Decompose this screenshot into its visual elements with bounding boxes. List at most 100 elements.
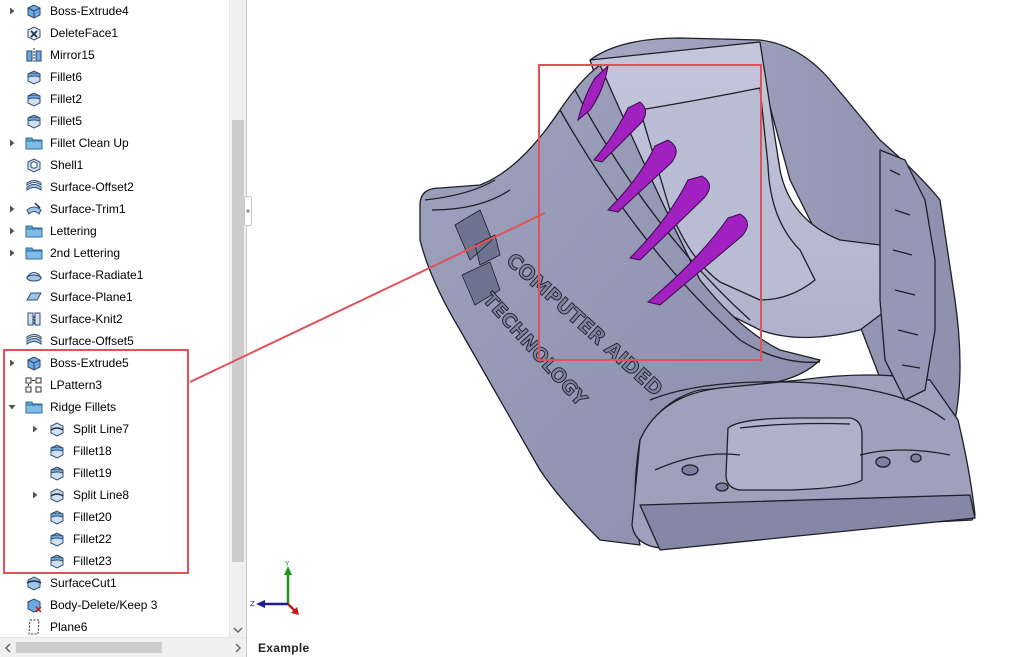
tree-item-label: Fillet19 [73,466,112,480]
triad-y-label: Y [284,560,290,568]
vertical-scrollbar[interactable] [229,0,246,637]
collapsed-arrow-icon[interactable] [7,358,17,368]
fillet-icon [48,530,66,548]
tree-item-shell1[interactable]: Shell1 [0,154,228,176]
split-line-icon [48,486,66,504]
tree-item-label: Fillet22 [73,532,112,546]
tree-item-label: Surface-Trim1 [50,202,126,216]
tree-item-lettering[interactable]: Lettering [0,220,228,242]
tree-item-fillet-clean-up[interactable]: Fillet Clean Up [0,132,228,154]
fillet-icon [48,464,66,482]
tree-item-surface-offset5[interactable]: Surface-Offset5 [0,330,228,352]
feature-tree-pane: Boss-Extrude4 DeleteFace1 Mirror15 Fillet6 F… [0,0,247,657]
vertical-scrollbar-thumb[interactable] [232,120,244,562]
body-delete-icon [25,596,43,614]
scroll-down-icon[interactable] [233,625,243,635]
collapsed-arrow-icon[interactable] [7,6,17,16]
tree-item-deleteface1[interactable]: DeleteFace1 [0,22,228,44]
plane-icon [25,618,43,636]
tree-item-ridge-fillets[interactable]: Ridge Fillets [0,396,228,418]
tree-item-label: Split Line7 [73,422,130,436]
tree-item-label: Ridge Fillets [50,400,117,414]
surface-plane-icon [25,288,43,306]
surface-cut-icon [25,574,43,592]
tree-item-split-line7[interactable]: Split Line7 [0,418,228,440]
tree-item-surfacecut1[interactable]: SurfaceCut1 [0,572,228,594]
tree-item-label: Surface-Offset5 [50,334,134,348]
fillet-icon [25,90,43,108]
coordinate-triad[interactable]: Y Z [250,560,306,618]
scroll-left-icon[interactable] [3,643,13,653]
triad-z-label: Z [250,600,255,608]
tree-item-label: Fillet Clean Up [50,136,129,150]
linear-pattern-icon [25,376,43,394]
tree-item-surface-radiate1[interactable]: Surface-Radiate1 [0,264,228,286]
collapsed-arrow-icon[interactable] [7,226,17,236]
mirror-icon [25,46,43,64]
tree-item-label: Mirror15 [50,48,95,62]
scroll-right-icon[interactable] [233,643,243,653]
tree-item-fillet22[interactable]: Fillet22 [0,528,228,550]
tree-item-fillet19[interactable]: Fillet19 [0,462,228,484]
tree-item-fillet18[interactable]: Fillet18 [0,440,228,462]
tree-item-boss-extrude4[interactable]: Boss-Extrude4 [0,0,228,22]
tree-item-label: Surface-Knit2 [50,312,123,326]
tree-item-fillet20[interactable]: Fillet20 [0,506,228,528]
folder-icon [25,222,43,240]
surface-knit-icon [25,310,43,328]
tree-item-lpattern3[interactable]: LPattern3 [0,374,228,396]
tree-item-label: Fillet2 [50,92,83,106]
collapsed-arrow-icon[interactable] [7,248,17,258]
tree-item-fillet2[interactable]: Fillet2 [0,88,228,110]
horizontal-scrollbar[interactable] [0,637,246,657]
expanded-arrow-icon[interactable] [7,402,17,412]
fillet-icon [48,508,66,526]
tree-item-label: Split Line8 [73,488,130,502]
surface-offset-icon [25,178,43,196]
tree-item-label: Fillet23 [73,554,112,568]
tree-item-surface-knit2[interactable]: Surface-Knit2 [0,308,228,330]
extrude-icon [25,2,43,20]
tree-item-label: Plane6 [50,620,88,634]
tree-item-label: Surface-Radiate1 [50,268,144,282]
collapsed-arrow-icon[interactable] [30,490,40,500]
folder-icon [25,134,43,152]
tree-item-fillet5[interactable]: Fillet5 [0,110,228,132]
surface-offset-icon [25,332,43,350]
tree-item-surface-plane1[interactable]: Surface-Plane1 [0,286,228,308]
collapsed-arrow-icon[interactable] [7,138,17,148]
fillet-icon [48,442,66,460]
tree-item-mirror15[interactable]: Mirror15 [0,44,228,66]
tree-item-boss-extrude5[interactable]: Boss-Extrude5 [0,352,228,374]
tree-item-label: Surface-Plane1 [50,290,133,304]
tree-item-label: Boss-Extrude4 [50,4,129,18]
surface-radiate-icon [25,266,43,284]
tree-item-plane6[interactable]: Plane6 [0,616,228,638]
surface-trim-icon [25,200,43,218]
folder-icon [25,398,43,416]
collapsed-arrow-icon[interactable] [7,204,17,214]
model-graphics-area[interactable]: COMPUTER AIDED TECHNOLOGY [248,0,1018,640]
tree-item-label: 2nd Lettering [50,246,121,260]
delete-face-icon [25,24,43,42]
tree-item-label: Body-Delete/Keep 3 [50,598,158,612]
tree-item-surface-offset2[interactable]: Surface-Offset2 [0,176,228,198]
tree-item-body-delete-keep-3[interactable]: Body-Delete/Keep 3 [0,594,228,616]
tree-item-surface-trim1[interactable]: Surface-Trim1 [0,198,228,220]
example-caption: Example [258,641,310,655]
tree-item-label: SurfaceCut1 [50,576,117,590]
fillet-icon [25,112,43,130]
shell-icon [25,156,43,174]
tree-item-fillet23[interactable]: Fillet23 [0,550,228,572]
tree-item-fillet6[interactable]: Fillet6 [0,66,228,88]
tree-item-split-line8[interactable]: Split Line8 [0,484,228,506]
tree-item-label: Fillet5 [50,114,83,128]
tree-item-2nd-lettering[interactable]: 2nd Lettering [0,242,228,264]
horizontal-scrollbar-thumb[interactable] [16,642,162,653]
tree-item-label: Boss-Extrude5 [50,356,129,370]
extrude-icon [25,354,43,372]
fillet-icon [25,68,43,86]
fillet-icon [48,552,66,570]
tree-item-label: Fillet20 [73,510,112,524]
collapsed-arrow-icon[interactable] [30,424,40,434]
